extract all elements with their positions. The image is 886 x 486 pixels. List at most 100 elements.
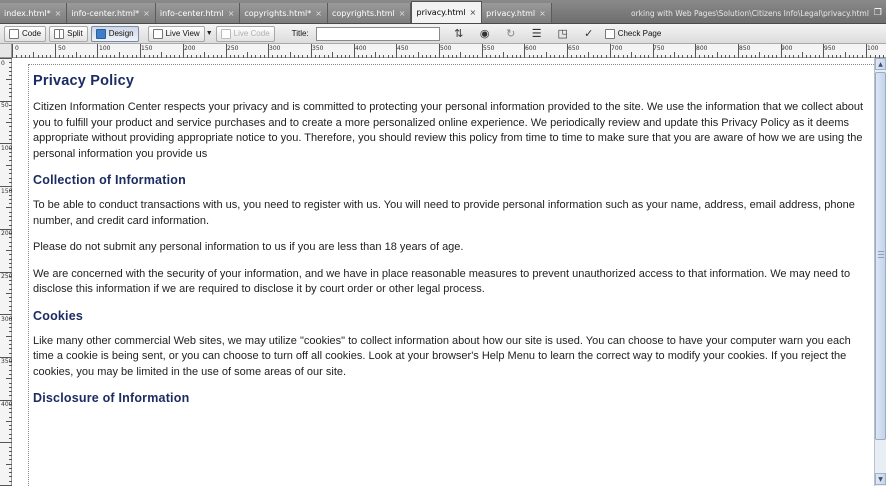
file-path-bar: orking with Web Pages\Solution\Citizens … <box>552 3 886 23</box>
v-ruler-label: 200 <box>1 230 13 237</box>
h-ruler-label: 100 <box>867 45 879 52</box>
split-label: Split <box>67 29 83 38</box>
h-ruler-label: 50 <box>58 45 66 52</box>
h-ruler-label: 900 <box>781 45 793 52</box>
tab-privacy-active[interactable]: privacy.html × <box>411 1 483 23</box>
h-ruler-label: 300 <box>269 45 281 52</box>
close-icon[interactable]: × <box>143 9 150 18</box>
document-toolbar: Code Split Design Live View ▼ Live Code … <box>0 24 886 44</box>
v-ruler-label: 300 <box>1 316 13 323</box>
cookies-paragraph: Like many other commercial Web sites, we… <box>33 334 851 378</box>
v-ruler-label: 150 <box>1 188 13 195</box>
design-label: Design <box>108 29 134 38</box>
close-icon[interactable]: × <box>55 9 62 18</box>
code-icon <box>9 28 19 39</box>
scroll-up-button[interactable]: ▲ <box>875 58 886 70</box>
close-icon[interactable]: × <box>399 9 406 18</box>
h-ruler-label: 500 <box>440 45 452 52</box>
live-view-dropdown-icon[interactable]: ▼ <box>206 30 213 37</box>
heading-collection: Collection of Information <box>33 173 186 187</box>
refresh-icon[interactable]: ↻ <box>504 27 518 40</box>
h-ruler-label: 750 <box>653 45 665 52</box>
h-ruler-label: 0 <box>15 45 19 52</box>
view-options-icon[interactable]: ☰ <box>530 27 544 40</box>
tab-label: privacy.html <box>416 8 466 17</box>
live-view-button[interactable]: Live View <box>147 25 205 42</box>
live-code-icon <box>220 28 231 39</box>
h-ruler-label: 200 <box>184 45 196 52</box>
scroll-grip <box>878 251 884 252</box>
h-ruler-label: 150 <box>141 45 153 52</box>
tab-copyrights[interactable]: copyrights.html × <box>327 3 412 23</box>
collection-paragraph-2: Please do not submit any personal inform… <box>33 241 464 253</box>
tab-label: info-center.html <box>159 8 224 18</box>
tab-label: copyrights.html* <box>244 8 312 18</box>
check-page-label: Check Page <box>617 29 662 38</box>
split-view-button[interactable]: Split <box>49 25 88 42</box>
title-input[interactable] <box>315 26 440 41</box>
split-icon <box>54 28 65 39</box>
tab-label: index.html* <box>4 8 51 18</box>
tab-label: privacy.html <box>486 8 536 18</box>
v-ruler-label: 350 <box>1 358 13 365</box>
h-ruler-label: 800 <box>696 45 708 52</box>
h-ruler-label: 700 <box>611 45 623 52</box>
close-icon[interactable]: × <box>315 9 322 18</box>
scroll-down-button[interactable]: ▼ <box>875 473 886 485</box>
tab-label: info-center.html* <box>71 8 140 18</box>
v-ruler-label: 250 <box>1 273 13 280</box>
tab-index[interactable]: index.html* × <box>0 3 68 23</box>
title-label: Title: <box>291 29 309 38</box>
collection-paragraph-1: To be able to conduct transactions with … <box>33 199 855 227</box>
vertical-ruler-ticks <box>0 58 12 486</box>
h-ruler-label: 100 <box>99 45 111 52</box>
code-label: Code <box>22 29 42 38</box>
code-view-button[interactable]: Code <box>4 25 47 42</box>
validate-markup-icon[interactable]: ✓ <box>582 27 596 40</box>
h-ruler-label: 600 <box>525 45 537 52</box>
horizontal-ruler[interactable]: 0 50 100 150 200 250 300 350 400 450 500… <box>12 44 886 58</box>
collection-paragraph-3: We are concerned with the security of yo… <box>33 267 851 296</box>
heading-disclosure: Disclosure of Information <box>33 391 190 405</box>
h-ruler-label: 850 <box>739 45 751 52</box>
vertical-scrollbar[interactable]: ▲ ▼ <box>874 58 886 486</box>
h-ruler-label: 400 <box>355 45 367 52</box>
h-ruler-label: 650 <box>568 45 580 52</box>
page-body[interactable]: Privacy Policy Citizen Information Cente… <box>28 64 874 486</box>
close-icon[interactable]: × <box>469 8 476 17</box>
check-page-button[interactable]: Check Page <box>604 28 662 39</box>
vertical-ruler[interactable]: 0 50 100 150 200 250 300 350 400 <box>0 58 12 486</box>
h-ruler-label: 250 <box>227 45 239 52</box>
file-management-icon[interactable]: ⇅ <box>452 27 466 40</box>
h-ruler-label: 550 <box>483 45 495 52</box>
design-view-button[interactable]: Design <box>90 25 139 42</box>
design-view-canvas[interactable]: Privacy Policy Citizen Information Cente… <box>12 58 874 486</box>
live-code-label: Live Code <box>233 29 270 38</box>
close-icon[interactable]: × <box>228 9 235 18</box>
preview-browser-icon[interactable]: ◉ <box>478 27 492 40</box>
visual-aids-icon[interactable]: ◳ <box>556 27 570 40</box>
tab-copyrights-modified[interactable]: copyrights.html* × <box>240 3 328 23</box>
close-icon[interactable]: × <box>539 9 546 18</box>
h-ruler-label: 950 <box>824 45 836 52</box>
v-ruler-label: 50 <box>1 102 9 109</box>
scroll-grip <box>878 257 884 258</box>
design-icon <box>95 28 106 39</box>
heading-cookies: Cookies <box>33 308 84 323</box>
tab-info-center-modified[interactable]: info-center.html* × <box>67 3 156 23</box>
window-icon[interactable]: ❐ <box>874 8 882 18</box>
live-view-label: Live View <box>165 29 200 38</box>
check-page-icon <box>604 28 615 39</box>
ruler-origin[interactable] <box>0 44 12 58</box>
intro-paragraph: Citizen Information Center respects your… <box>33 101 864 160</box>
tab-privacy[interactable]: privacy.html × <box>482 3 552 23</box>
scroll-grip <box>878 254 884 255</box>
live-code-button[interactable]: Live Code <box>215 25 275 42</box>
tab-info-center[interactable]: info-center.html × <box>155 3 241 23</box>
scroll-thumb[interactable] <box>875 72 886 440</box>
document-tab-bar: index.html* × info-center.html* × info-c… <box>0 0 886 24</box>
h-ruler-label: 450 <box>397 45 409 52</box>
v-ruler-label: 400 <box>1 401 13 408</box>
tab-label: copyrights.html <box>331 8 395 18</box>
file-path: orking with Web Pages\Solution\Citizens … <box>631 8 869 18</box>
